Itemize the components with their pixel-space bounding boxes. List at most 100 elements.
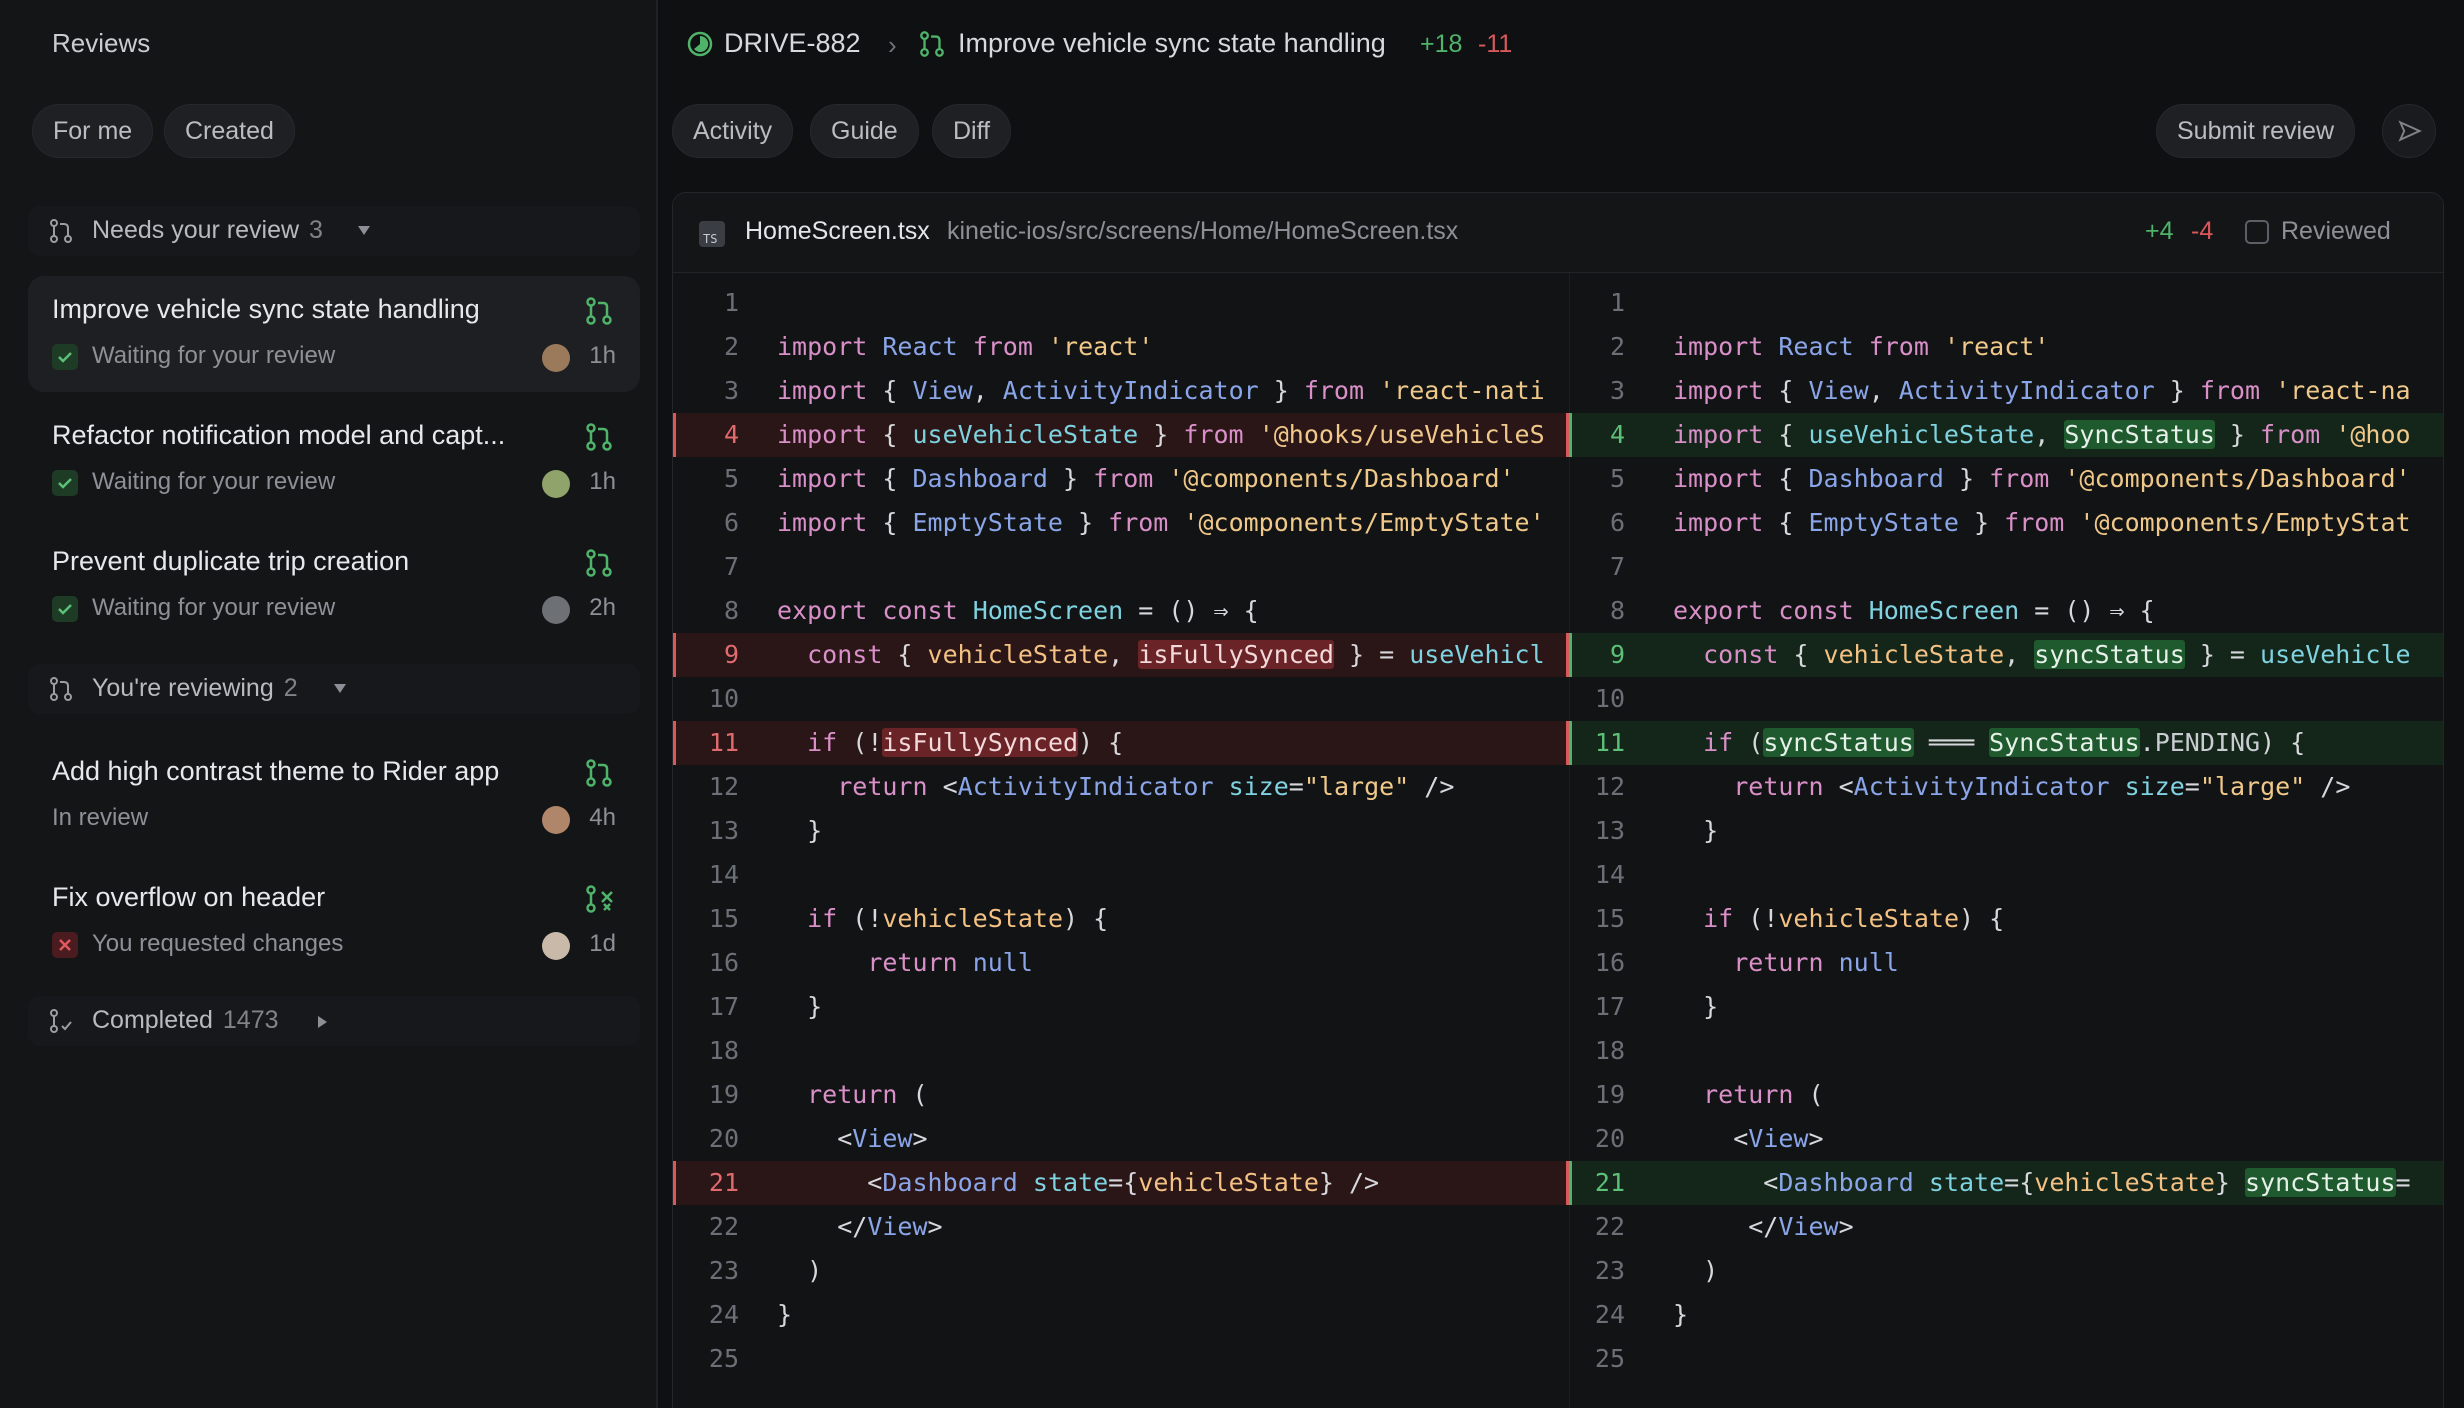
line-number[interactable]: 15	[673, 897, 739, 941]
line-number[interactable]: 5	[673, 457, 739, 501]
diff-line: 9 const { vehicleState, isFullySynced } …	[673, 633, 1569, 677]
line-number[interactable]: 21	[673, 1161, 739, 1205]
code-text: import { useVehicleState, SyncStatus } f…	[1673, 420, 2411, 449]
line-number[interactable]: 20	[673, 1117, 739, 1161]
tab-activity[interactable]: Activity	[672, 104, 794, 158]
diff-line: 2 import React from 'react'	[673, 325, 1569, 369]
tab-guide[interactable]: Guide	[810, 104, 919, 158]
line-number[interactable]: 8	[1569, 589, 1625, 633]
pull-request-icon	[586, 549, 612, 577]
reviewed-checkbox[interactable]	[2245, 220, 2269, 244]
filter-for-me[interactable]: For me	[32, 104, 154, 158]
line-number[interactable]: 8	[673, 589, 739, 633]
line-number[interactable]: 25	[1569, 1337, 1625, 1381]
pull-request-icon	[586, 297, 612, 325]
line-number[interactable]: 12	[673, 765, 739, 809]
section-reviewing[interactable]: You're reviewing 2	[28, 664, 640, 714]
line-number[interactable]: 3	[1569, 369, 1625, 413]
line-number[interactable]: 21	[1569, 1161, 1625, 1205]
diff-line: 21 <Dashboard state={vehicleState} />	[673, 1161, 1569, 1205]
line-number[interactable]: 3	[673, 369, 739, 413]
review-list-item[interactable]: Add high contrast theme to Rider app In …	[28, 738, 640, 854]
tab-diff[interactable]: Diff	[932, 104, 1012, 158]
line-number[interactable]: 12	[1569, 765, 1625, 809]
line-number[interactable]: 22	[1569, 1205, 1625, 1249]
line-number[interactable]: 13	[673, 809, 739, 853]
line-number[interactable]: 1	[673, 281, 739, 325]
diff-line: 8 export const HomeScreen = () ⇒ {	[1569, 589, 2443, 633]
submit-review-button[interactable]: Submit review	[2156, 104, 2355, 158]
line-number[interactable]: 17	[673, 985, 739, 1029]
line-number[interactable]: 22	[673, 1205, 739, 1249]
code-text: if (syncStatus ═══ SyncStatus.PENDING) {	[1703, 728, 2306, 757]
code-text: }	[777, 992, 823, 1021]
reviewed-label[interactable]: Reviewed	[2281, 217, 2391, 246]
line-number[interactable]: 10	[1569, 677, 1625, 721]
line-number[interactable]: 4	[1569, 413, 1625, 457]
line-number[interactable]: 9	[1569, 633, 1625, 677]
line-number[interactable]: 2	[1569, 325, 1625, 369]
diff-file: TS HomeScreen.tsx kinetic-ios/src/screen…	[672, 192, 2444, 1408]
code-text: }	[1673, 1300, 1689, 1329]
line-number[interactable]: 1	[1569, 281, 1625, 325]
line-number[interactable]: 11	[673, 721, 739, 765]
line-number[interactable]: 9	[673, 633, 739, 677]
pull-request-icon	[50, 677, 72, 701]
section-needs-review[interactable]: Needs your review 3	[28, 206, 640, 256]
line-number[interactable]: 2	[673, 325, 739, 369]
line-number[interactable]: 23	[673, 1249, 739, 1293]
avatar	[542, 806, 570, 834]
line-number[interactable]: 24	[673, 1293, 739, 1337]
diff-line: 1	[1569, 281, 2443, 325]
line-number[interactable]: 7	[673, 545, 739, 589]
line-number[interactable]: 4	[673, 413, 739, 457]
line-number[interactable]: 18	[673, 1029, 739, 1073]
issue-id[interactable]: DRIVE-882	[724, 28, 861, 59]
line-number[interactable]: 23	[1569, 1249, 1625, 1293]
diff-pane-new: 1 2 import React from 'react' 3 import { Vie…	[1569, 273, 2443, 1408]
line-number[interactable]: 11	[1569, 721, 1625, 765]
section-completed[interactable]: Completed 1473	[28, 996, 640, 1046]
diff-line: 12 return <ActivityIndicator size="large…	[673, 765, 1569, 809]
review-list-item[interactable]: Improve vehicle sync state handling Wait…	[28, 276, 640, 392]
review-list-item[interactable]: Fix overflow on header You requested cha…	[28, 864, 640, 980]
filter-created[interactable]: Created	[164, 104, 295, 158]
line-number[interactable]: 17	[1569, 985, 1625, 1029]
line-number[interactable]: 20	[1569, 1117, 1625, 1161]
line-number[interactable]: 19	[1569, 1073, 1625, 1117]
diff-line: 9 const { vehicleState, syncStatus } = u…	[1569, 633, 2443, 677]
code-text: import React from 'react'	[1673, 332, 2050, 361]
code-text: return (	[807, 1080, 928, 1109]
line-number[interactable]: 18	[1569, 1029, 1625, 1073]
chevron-down-icon	[334, 684, 346, 693]
line-number[interactable]: 25	[673, 1337, 739, 1381]
line-number[interactable]: 14	[673, 853, 739, 897]
line-number[interactable]: 7	[1569, 545, 1625, 589]
line-number[interactable]: 14	[1569, 853, 1625, 897]
line-number[interactable]: 16	[1569, 941, 1625, 985]
send-button[interactable]	[2382, 104, 2436, 158]
line-number[interactable]: 15	[1569, 897, 1625, 941]
line-number[interactable]: 24	[1569, 1293, 1625, 1337]
diff-line: 5 import { Dashboard } from '@components/…	[673, 457, 1569, 501]
status-in-progress-icon	[687, 31, 713, 57]
line-number[interactable]: 6	[1569, 501, 1625, 545]
code-text: <Dashboard state={vehicleState} />	[777, 1168, 1380, 1197]
diff-line: 17 }	[1569, 985, 2443, 1029]
code-text: }	[1673, 816, 1719, 845]
line-number[interactable]: 10	[673, 677, 739, 721]
review-list-item[interactable]: Refactor notification model and capt... …	[28, 402, 640, 518]
line-number[interactable]: 19	[673, 1073, 739, 1117]
diff-pane-old: 1 2 import React from 'react' 3 import { Vie…	[673, 273, 1569, 1408]
code-text: const { vehicleState, syncStatus } = use…	[1703, 640, 2411, 669]
line-number[interactable]: 6	[673, 501, 739, 545]
line-number[interactable]: 13	[1569, 809, 1625, 853]
line-number[interactable]: 16	[673, 941, 739, 985]
line-number[interactable]: 5	[1569, 457, 1625, 501]
review-title: Improve vehicle sync state handling	[52, 294, 480, 324]
review-list-item[interactable]: Prevent duplicate trip creation Waiting …	[28, 528, 640, 644]
send-icon	[2398, 120, 2422, 142]
review-time: 1h	[589, 342, 616, 369]
code-text: </View>	[777, 1212, 943, 1241]
file-name[interactable]: HomeScreen.tsx	[745, 217, 930, 246]
